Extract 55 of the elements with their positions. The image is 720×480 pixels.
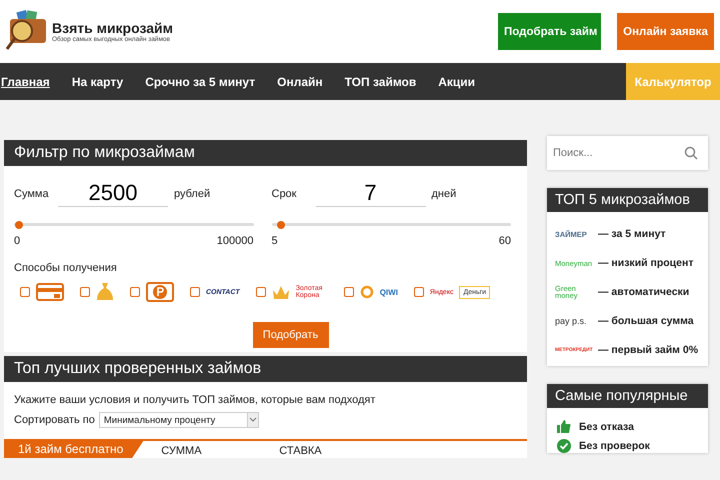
offer-text: — низкий процент xyxy=(598,257,694,269)
bank-card-icon xyxy=(36,283,64,301)
checkbox[interactable] xyxy=(20,287,30,297)
range-max: 60 xyxy=(498,235,511,247)
crown-icon xyxy=(272,284,290,300)
search-field[interactable]: Поиск... xyxy=(547,136,708,170)
checkbox[interactable] xyxy=(344,287,354,297)
slider-label: Срок xyxy=(272,188,298,200)
nav-link[interactable]: Главная xyxy=(1,74,50,88)
offer-text: — первый займ 0% xyxy=(598,344,698,356)
slider-track[interactable] xyxy=(272,223,511,226)
thumbs-up-icon xyxy=(557,420,571,433)
ring-icon xyxy=(360,285,374,299)
slider-track[interactable] xyxy=(14,223,254,226)
checkbox[interactable] xyxy=(414,287,424,297)
column-header: СТАВКА xyxy=(279,444,323,457)
column-header: СУММА xyxy=(161,444,203,457)
nav-link[interactable]: На карту xyxy=(72,74,124,88)
slider-thumb[interactable] xyxy=(14,220,23,228)
pay-ps-logo[interactable]: pay p.s. xyxy=(555,316,595,326)
nav-link[interactable]: Акции xyxy=(438,74,476,88)
intro-text: Укажите ваши условия и получить ТОП займов, которые вам подходят xyxy=(13,393,376,408)
range-max: 100000 xyxy=(216,235,254,247)
checkbox[interactable] xyxy=(190,287,200,297)
nav-link[interactable]: ТОП займов xyxy=(344,74,416,88)
header-button[interactable]: Подобрать займ xyxy=(498,13,601,50)
site-title[interactable]: Взять микрозайм xyxy=(52,20,174,36)
offer-text: — за 5 минут xyxy=(598,228,666,240)
ruble-icon xyxy=(146,282,174,302)
checkbox[interactable] xyxy=(80,287,90,297)
sort-dropdown[interactable]: Минимальному проценту xyxy=(98,412,259,428)
sort-label: Сортировать по xyxy=(14,414,95,426)
card-title: Самые популярные xyxy=(547,384,708,408)
range-min: 5 xyxy=(272,235,278,247)
nav-link[interactable]: Срочно за 5 минут xyxy=(145,74,256,88)
offer-text: — большая сумма xyxy=(598,315,694,327)
qiwi-logo: QIWI xyxy=(380,288,398,296)
caret-icon xyxy=(248,417,257,423)
popular-link[interactable]: Без отказа xyxy=(579,420,634,432)
nav-link[interactable]: Онлайн xyxy=(277,74,323,88)
popular-link[interactable]: Без проверок xyxy=(579,440,650,452)
methods-label: Способы получения xyxy=(13,261,118,274)
checkbox[interactable] xyxy=(130,287,140,297)
unit-label: рублей xyxy=(174,188,210,200)
offer-text: — автоматически xyxy=(598,286,690,298)
range-min: 0 xyxy=(14,235,20,247)
slider-label: Сумма xyxy=(14,188,50,200)
money-bag-icon xyxy=(96,282,114,302)
unit-label: дней xyxy=(432,188,456,200)
slider-thumb[interactable] xyxy=(277,220,286,228)
panel-title: Топ лучших проверенных займов xyxy=(4,356,527,382)
search-icon xyxy=(684,146,698,160)
panel-title: Фильтр по микрозаймам xyxy=(4,140,527,166)
checkbox[interactable] xyxy=(256,287,266,297)
card-title: ТОП 5 микрозаймов xyxy=(547,188,708,212)
